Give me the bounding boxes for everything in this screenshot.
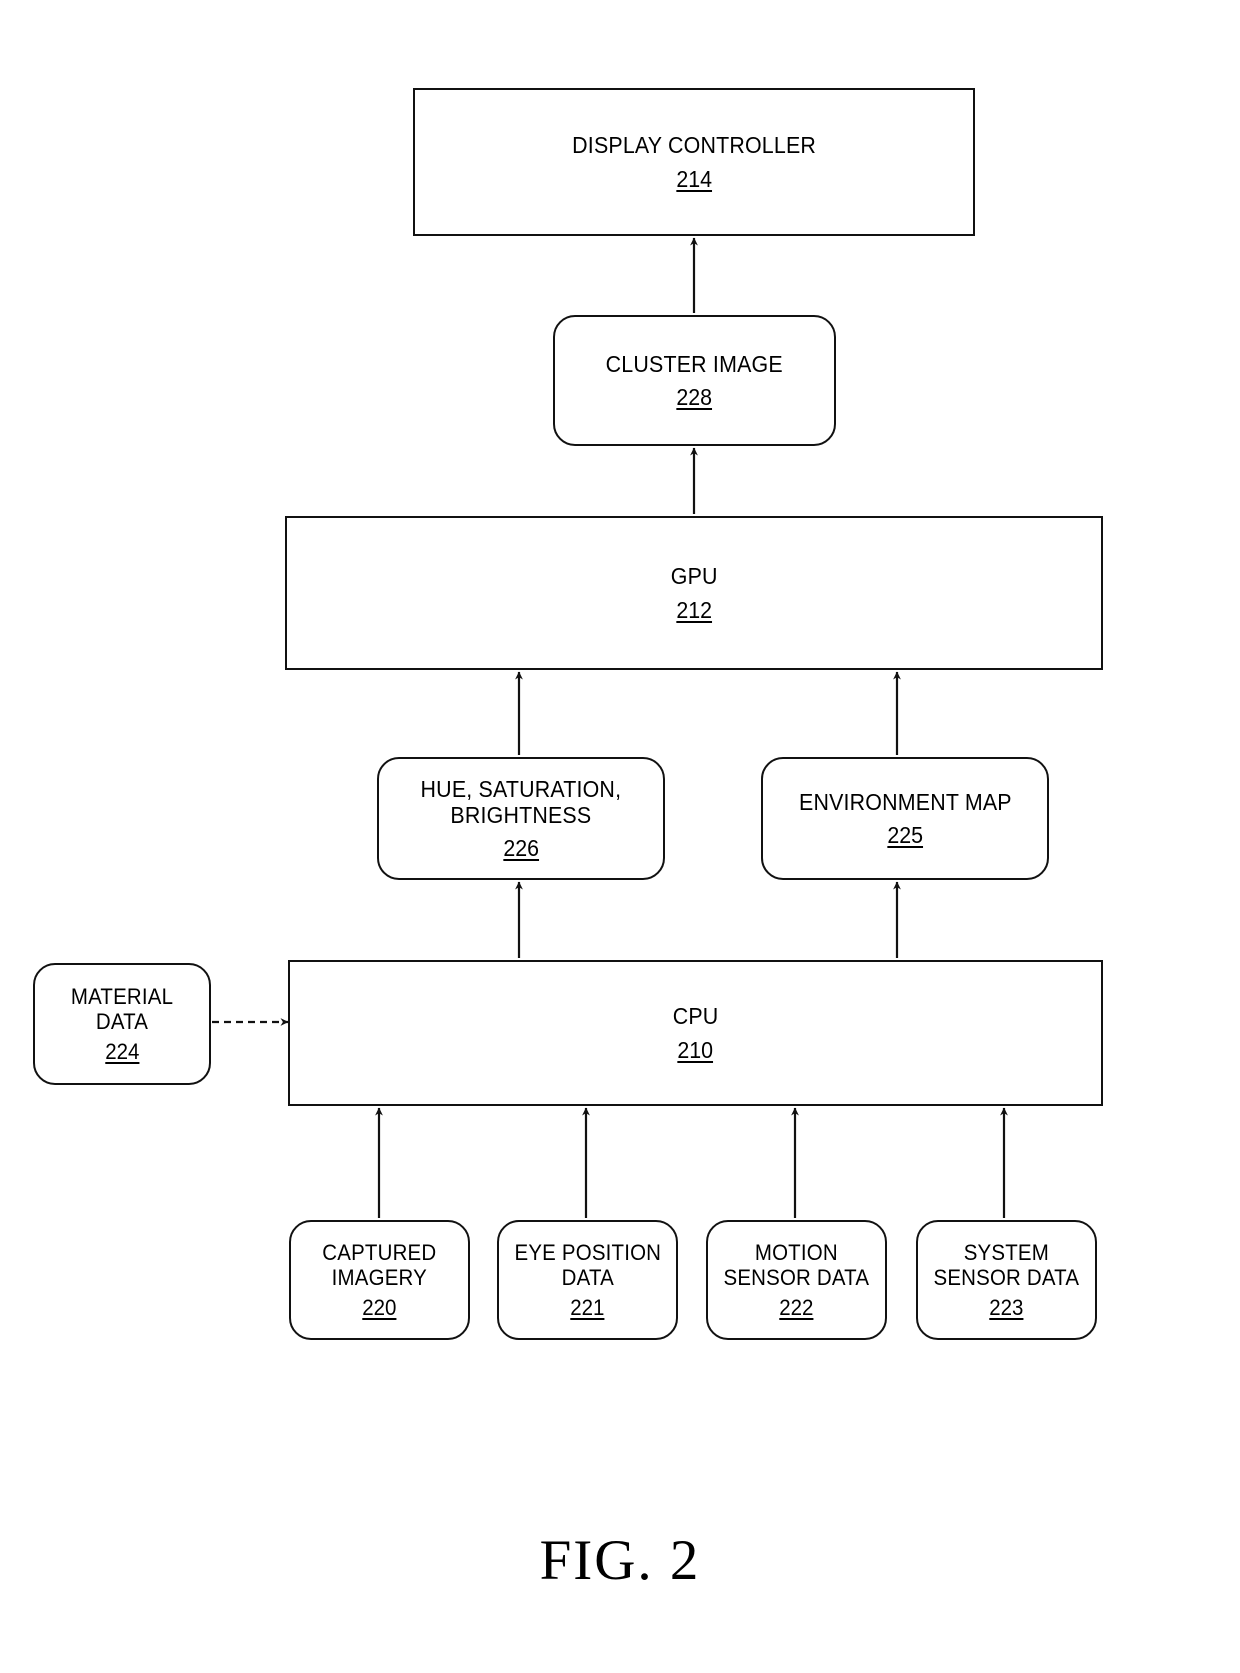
block-hue-saturation-brightness-ref: 226 [503, 835, 539, 862]
block-captured-imagery-label: CAPTURED IMAGERY [322, 1239, 437, 1290]
block-cpu-label: CPU [672, 1003, 719, 1030]
block-eye-position-data-label: EYE POSITION DATA [514, 1239, 661, 1290]
block-motion-sensor-data[interactable]: MOTION SENSOR DATA 222 [706, 1220, 887, 1340]
block-eye-position-data-ref: 221 [570, 1295, 605, 1321]
patent-figure: DISPLAY CONTROLLER 214 CLUSTER IMAGE 228… [0, 0, 1240, 1673]
block-gpu-label: GPU [670, 563, 718, 590]
block-system-sensor-data-ref: 223 [989, 1295, 1024, 1321]
block-cluster-image[interactable]: CLUSTER IMAGE 228 [553, 315, 836, 446]
block-display-controller[interactable]: DISPLAY CONTROLLER 214 [413, 88, 975, 236]
block-captured-imagery[interactable]: CAPTURED IMAGERY 220 [289, 1220, 470, 1340]
figure-caption: FIG. 2 [539, 1529, 701, 1592]
block-motion-sensor-data-label: MOTION SENSOR DATA [723, 1239, 870, 1290]
block-motion-sensor-data-ref: 222 [779, 1295, 814, 1321]
block-cpu[interactable]: CPU 210 [288, 960, 1103, 1106]
block-environment-map-label: ENVIRONMENT MAP [798, 788, 1012, 815]
block-material-data-label: MATERIAL DATA [70, 983, 174, 1034]
block-display-controller-label: DISPLAY CONTROLLER [572, 132, 816, 159]
block-gpu-ref: 212 [676, 596, 712, 623]
block-system-sensor-data-label: SYSTEM SENSOR DATA [933, 1239, 1080, 1290]
block-eye-position-data[interactable]: EYE POSITION DATA 221 [497, 1220, 678, 1340]
block-cpu-ref: 210 [677, 1036, 714, 1063]
block-hue-saturation-brightness-label: HUE, SATURATION, BRIGHTNESS [420, 775, 622, 828]
block-captured-imagery-ref: 220 [362, 1295, 397, 1321]
block-material-data-ref: 224 [104, 1039, 140, 1065]
block-environment-map-ref: 225 [887, 822, 923, 848]
block-cluster-image-label: CLUSTER IMAGE [605, 350, 784, 377]
block-hue-saturation-brightness[interactable]: HUE, SATURATION, BRIGHTNESS 226 [377, 757, 665, 880]
block-material-data[interactable]: MATERIAL DATA 224 [33, 963, 211, 1085]
block-system-sensor-data[interactable]: SYSTEM SENSOR DATA 223 [916, 1220, 1097, 1340]
block-environment-map[interactable]: ENVIRONMENT MAP 225 [761, 757, 1049, 880]
block-gpu[interactable]: GPU 212 [285, 516, 1103, 670]
block-cluster-image-ref: 228 [676, 384, 713, 410]
block-display-controller-ref: 214 [676, 165, 712, 192]
